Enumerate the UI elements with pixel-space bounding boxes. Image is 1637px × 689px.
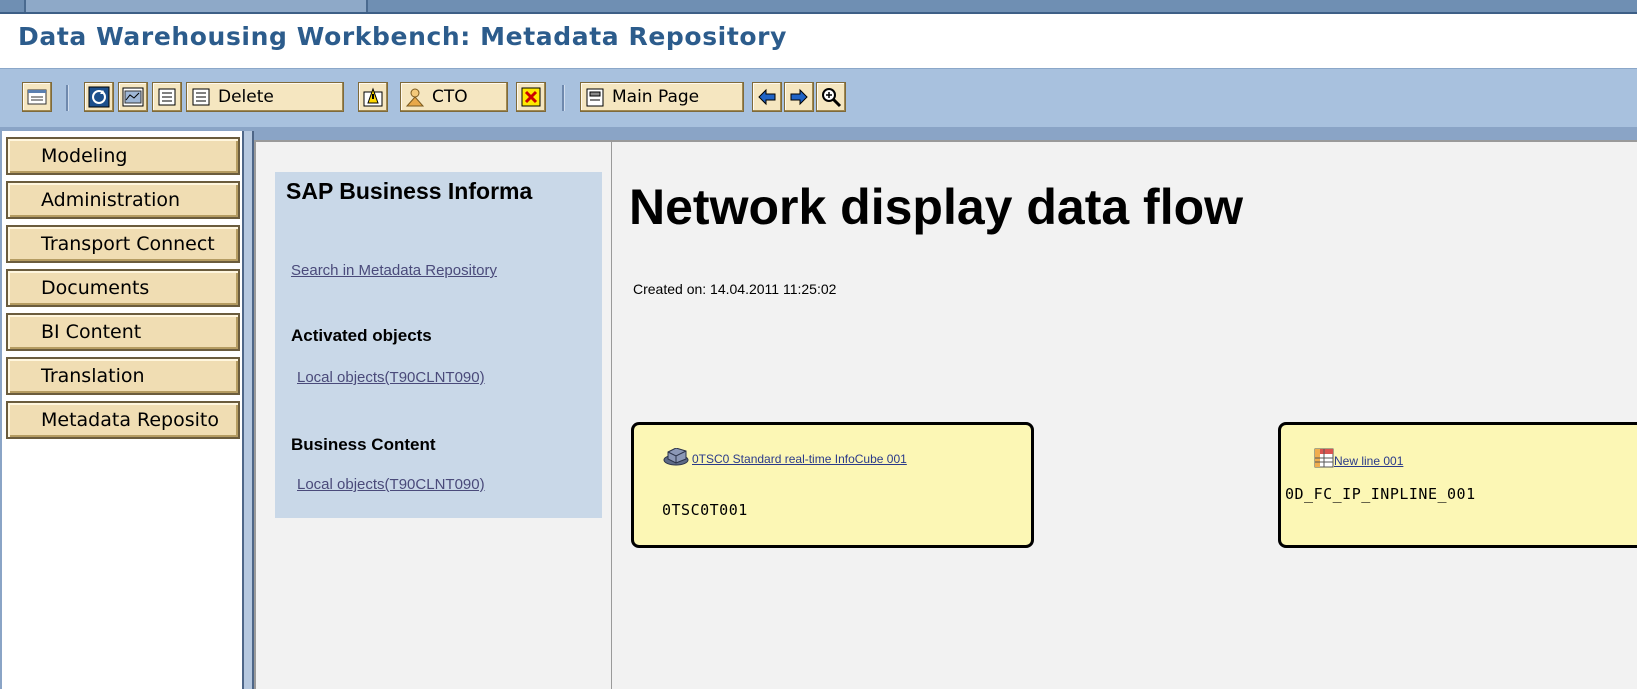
back-button[interactable] [752, 82, 782, 112]
data-flow-node[interactable]: New line 001 0D_FC_IP_INPLINE_001 [1278, 422, 1637, 548]
collective-transport-button[interactable] [516, 82, 546, 112]
monitor-icon [122, 87, 144, 107]
page-title: Data Warehousing Workbench: Metadata Rep… [18, 22, 788, 51]
business-content-heading: Business Content [291, 435, 436, 454]
edit-button[interactable] [152, 82, 182, 112]
nav-item-administration[interactable]: Administration [6, 181, 240, 219]
arrow-right-icon [790, 88, 808, 106]
cto-label: CTO [432, 87, 468, 107]
main-heading: Network display data flow [629, 179, 1244, 235]
toggle-navigator-button[interactable] [22, 82, 52, 112]
nav-item-modeling[interactable]: Modeling [6, 137, 240, 175]
node-link-infocube[interactable]: 0TSC0 Standard real-time InfoCube 001 [692, 452, 907, 466]
activated-objects-heading: Activated objects [291, 326, 432, 345]
refresh-icon [88, 86, 110, 108]
content-divider [611, 140, 612, 689]
node-link-wrap: New line 001 [1314, 448, 1403, 470]
infocube-icon [662, 447, 692, 468]
delete-label: Delete [218, 87, 274, 107]
toolbar-separator [66, 85, 69, 111]
application-toolbar: Delete CTO Main Page [0, 68, 1637, 128]
toolbar-separator [562, 85, 565, 111]
main-page-label: Main Page [612, 87, 700, 107]
warning-icon [363, 87, 383, 107]
refresh-button[interactable] [84, 82, 114, 112]
navigator-icon [27, 89, 47, 105]
warning-button[interactable] [358, 82, 388, 112]
nav-item-translation[interactable]: Translation [6, 357, 240, 395]
activated-local-objects-link[interactable]: Local objects(T90CLNT090) [297, 369, 485, 386]
panel-heading: SAP Business Informa [286, 178, 533, 204]
search-metadata-link[interactable]: Search in Metadata Repository [291, 262, 497, 279]
nav-item-transport-connection[interactable]: Transport Connect [6, 225, 240, 263]
forward-button[interactable] [784, 82, 814, 112]
document-delete-icon [190, 86, 212, 108]
pane-splitter[interactable] [242, 131, 254, 689]
window-tab-stub [24, 0, 368, 12]
nav-item-metadata-repository[interactable]: Metadata Reposito [6, 401, 240, 439]
node-link-wrap: 0TSC0 Standard real-time InfoCube 001 [662, 447, 1002, 468]
display-button[interactable] [118, 82, 148, 112]
home-page-icon [584, 86, 606, 108]
zoom-icon [822, 88, 842, 108]
arrow-left-icon [758, 88, 776, 106]
navigator-pane: Modeling Administration Transport Connec… [2, 131, 243, 689]
node-link-new-line[interactable]: New line 001 [1334, 454, 1403, 468]
business-local-objects-link[interactable]: Local objects(T90CLNT090) [297, 476, 485, 493]
data-flow-node[interactable]: 0TSC0 Standard real-time InfoCube 001 0T… [631, 422, 1034, 548]
zoom-button[interactable] [816, 82, 846, 112]
table-icon [1314, 448, 1334, 470]
main-page-button[interactable]: Main Page [580, 82, 744, 112]
user-icon [404, 86, 426, 108]
created-on-text: Created on: 14.04.2011 11:25:02 [633, 281, 837, 297]
cto-button[interactable]: CTO [400, 82, 508, 112]
transport-icon [521, 87, 541, 107]
nav-item-bi-content[interactable]: BI Content [6, 313, 240, 351]
window-top-strip [0, 0, 1637, 14]
node-technical-name: 0D_FC_IP_INPLINE_001 [1285, 485, 1476, 503]
nav-item-documents[interactable]: Documents [6, 269, 240, 307]
document-icon [158, 88, 176, 106]
node-technical-name: 0TSC0T001 [662, 501, 748, 519]
metadata-repository-panel: SAP Business Informa Search in Metadata … [275, 172, 602, 518]
delete-button[interactable]: Delete [186, 82, 344, 112]
